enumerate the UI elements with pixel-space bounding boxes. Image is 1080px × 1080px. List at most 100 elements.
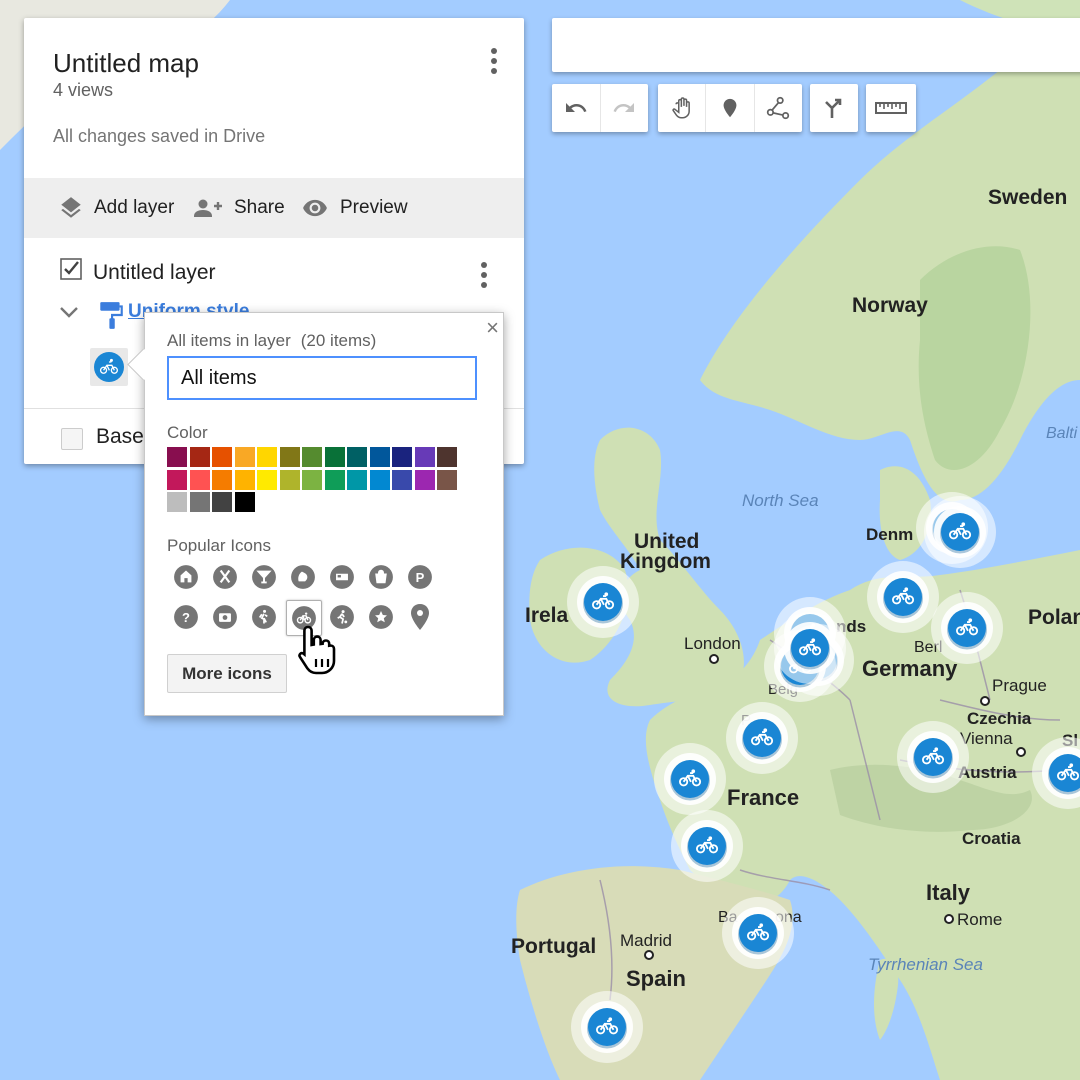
bicycle-marker[interactable] — [726, 702, 798, 774]
color-swatch[interactable] — [347, 469, 367, 490]
layer-options-menu-icon[interactable] — [480, 262, 488, 292]
hotel-icon[interactable] — [327, 564, 357, 590]
color-swatch[interactable] — [279, 447, 300, 467]
layer-checkbox[interactable] — [60, 258, 82, 280]
bicycle-marker[interactable] — [567, 566, 639, 638]
color-swatch[interactable] — [189, 447, 210, 467]
country-label-portugal: Portugal — [511, 935, 596, 958]
layer-item-style-button[interactable] — [90, 348, 128, 386]
bicycle-marker[interactable] — [897, 721, 969, 793]
ruler-icon[interactable] — [866, 84, 916, 132]
redo-icon[interactable] — [601, 84, 649, 132]
color-swatch[interactable] — [234, 492, 255, 512]
item-name-input[interactable] — [167, 356, 477, 400]
camera-icon[interactable] — [210, 604, 240, 630]
color-swatch[interactable] — [257, 447, 277, 467]
share-button[interactable]: Share — [192, 178, 285, 238]
color-swatch[interactable] — [167, 469, 187, 490]
color-swatch[interactable] — [279, 469, 300, 490]
country-label-poland: Polan — [1028, 606, 1080, 629]
bicycle-marker[interactable] — [867, 561, 939, 633]
country-label-sweden: Sweden — [988, 186, 1067, 209]
preview-button[interactable]: Preview — [300, 178, 408, 238]
search-input[interactable] — [552, 18, 1080, 72]
color-swatch[interactable] — [257, 469, 277, 490]
chevron-down-icon[interactable] — [58, 304, 80, 320]
directions-icon[interactable] — [810, 84, 858, 132]
color-swatch[interactable] — [234, 447, 255, 467]
shopping-icon[interactable] — [366, 564, 396, 590]
preview-label: Preview — [340, 197, 408, 218]
bar-icon[interactable] — [249, 564, 279, 590]
color-swatch[interactable] — [392, 447, 412, 467]
base-map-expand-icon[interactable] — [61, 428, 83, 450]
items-label-text: All items in layer — [167, 331, 291, 350]
color-swatch[interactable] — [189, 492, 210, 512]
color-swatch[interactable] — [302, 469, 322, 490]
marker-icon[interactable] — [706, 84, 755, 132]
sea-label-north-sea: North Sea — [742, 491, 819, 510]
color-swatch[interactable] — [189, 469, 210, 490]
map-options-menu-icon[interactable] — [490, 48, 498, 78]
add-person-icon — [194, 199, 222, 217]
color-swatch[interactable] — [167, 447, 187, 467]
help-icon[interactable]: ? — [171, 604, 201, 630]
color-swatches — [167, 447, 467, 515]
parking-icon[interactable]: P — [405, 564, 435, 590]
svg-text:Rome: Rome — [957, 910, 1002, 929]
place-icon[interactable] — [405, 604, 435, 630]
bicycle-marker[interactable] — [654, 743, 726, 815]
color-swatch[interactable] — [212, 447, 232, 467]
bicycle-marker[interactable] — [722, 897, 794, 969]
park-icon[interactable] — [288, 564, 318, 590]
color-swatch[interactable] — [369, 469, 390, 490]
home-icon[interactable] — [171, 564, 201, 590]
country-label-croatia: Croatia — [962, 829, 1021, 848]
svg-text:P: P — [416, 570, 425, 585]
bicycle-marker[interactable] — [571, 991, 643, 1063]
color-swatch[interactable] — [324, 447, 345, 467]
undo-redo-group — [552, 84, 648, 132]
undo-icon[interactable] — [552, 84, 601, 132]
color-swatch[interactable] — [437, 447, 457, 467]
bicycle-marker[interactable] — [924, 496, 996, 568]
color-swatch[interactable] — [167, 492, 187, 512]
map-title[interactable]: Untitled map — [53, 48, 199, 79]
base-map-label[interactable]: Base — [96, 425, 144, 449]
draw-line-icon[interactable] — [755, 84, 802, 132]
bicycle-marker[interactable] — [931, 592, 1003, 664]
more-icons-button[interactable]: More icons — [167, 654, 287, 693]
hand-icon[interactable] — [658, 84, 707, 132]
bicycle-marker[interactable] — [671, 810, 743, 882]
svg-text:Prague: Prague — [992, 676, 1047, 695]
view-count: 4 views — [53, 80, 114, 100]
color-swatch[interactable] — [212, 469, 232, 490]
add-layer-button[interactable]: Add layer — [58, 178, 174, 238]
color-swatch[interactable] — [392, 469, 412, 490]
color-swatch[interactable] — [347, 447, 367, 467]
color-swatch[interactable] — [437, 469, 457, 490]
items-count: (20 items) — [300, 331, 377, 350]
paint-roller-icon — [100, 302, 123, 329]
hand-cursor-icon — [298, 625, 336, 675]
color-swatch[interactable] — [369, 447, 390, 467]
popular-icons-label: Popular Icons — [167, 536, 271, 555]
color-swatch[interactable] — [234, 469, 255, 490]
color-swatch[interactable] — [324, 469, 345, 490]
restaurant-icon[interactable] — [210, 564, 240, 590]
color-swatch[interactable] — [414, 447, 435, 467]
hiking-icon[interactable] — [249, 604, 279, 630]
color-swatch[interactable] — [212, 492, 232, 512]
close-icon[interactable]: × — [486, 315, 499, 341]
color-swatch[interactable] — [414, 469, 435, 490]
layers-icon — [61, 197, 81, 218]
color-swatch[interactable] — [302, 447, 322, 467]
star-icon[interactable] — [366, 604, 396, 630]
bicycle-marker[interactable] — [774, 612, 846, 684]
country-label-norway: Norway — [852, 294, 928, 317]
country-label-denmark: Denm — [866, 525, 913, 544]
layer-name[interactable]: Untitled layer — [93, 261, 216, 285]
country-label-uk-line2: Kingdom — [620, 550, 711, 573]
country-label-germany: Germany — [862, 656, 958, 681]
ruler-group — [866, 84, 916, 132]
